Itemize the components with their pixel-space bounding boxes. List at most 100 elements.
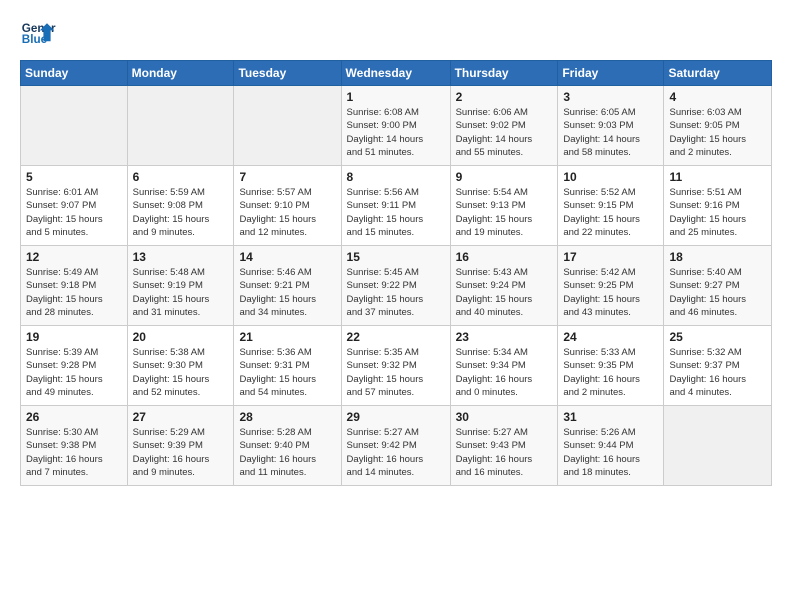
day-number: 30 — [456, 410, 553, 424]
day-number: 17 — [563, 250, 658, 264]
calendar-cell: 2 Sunrise: 6:06 AM Sunset: 9:02 PM Daylig… — [450, 86, 558, 166]
day-number: 8 — [347, 170, 445, 184]
calendar-cell: 13 Sunrise: 5:48 AM Sunset: 9:19 PM Dayli… — [127, 246, 234, 326]
day-number: 31 — [563, 410, 658, 424]
weekday-header-sunday: Sunday — [21, 61, 128, 86]
day-number: 23 — [456, 330, 553, 344]
day-number: 28 — [239, 410, 335, 424]
calendar-cell: 31 Sunrise: 5:26 AM Sunset: 9:44 PM Dayli… — [558, 406, 664, 486]
day-number: 15 — [347, 250, 445, 264]
calendar-cell: 23 Sunrise: 5:34 AM Sunset: 9:34 PM Dayli… — [450, 326, 558, 406]
calendar-cell: 12 Sunrise: 5:49 AM Sunset: 9:18 PM Dayli… — [21, 246, 128, 326]
day-info: Sunrise: 5:48 AM Sunset: 9:19 PM Dayligh… — [133, 266, 229, 319]
day-info: Sunrise: 5:56 AM Sunset: 9:11 PM Dayligh… — [347, 186, 445, 239]
weekday-header-wednesday: Wednesday — [341, 61, 450, 86]
calendar-cell: 17 Sunrise: 5:42 AM Sunset: 9:25 PM Dayli… — [558, 246, 664, 326]
day-info: Sunrise: 5:30 AM Sunset: 9:38 PM Dayligh… — [26, 426, 122, 479]
day-number: 16 — [456, 250, 553, 264]
day-info: Sunrise: 5:54 AM Sunset: 9:13 PM Dayligh… — [456, 186, 553, 239]
day-number: 22 — [347, 330, 445, 344]
day-info: Sunrise: 5:40 AM Sunset: 9:27 PM Dayligh… — [669, 266, 766, 319]
weekday-header-monday: Monday — [127, 61, 234, 86]
day-info: Sunrise: 5:51 AM Sunset: 9:16 PM Dayligh… — [669, 186, 766, 239]
day-info: Sunrise: 5:42 AM Sunset: 9:25 PM Dayligh… — [563, 266, 658, 319]
calendar-cell: 1 Sunrise: 6:08 AM Sunset: 9:00 PM Daylig… — [341, 86, 450, 166]
day-info: Sunrise: 5:27 AM Sunset: 9:43 PM Dayligh… — [456, 426, 553, 479]
calendar-cell: 24 Sunrise: 5:33 AM Sunset: 9:35 PM Dayli… — [558, 326, 664, 406]
day-info: Sunrise: 5:59 AM Sunset: 9:08 PM Dayligh… — [133, 186, 229, 239]
day-number: 26 — [26, 410, 122, 424]
calendar-cell: 30 Sunrise: 5:27 AM Sunset: 9:43 PM Dayli… — [450, 406, 558, 486]
week-row-3: 12 Sunrise: 5:49 AM Sunset: 9:18 PM Dayli… — [21, 246, 772, 326]
calendar-cell: 21 Sunrise: 5:36 AM Sunset: 9:31 PM Dayli… — [234, 326, 341, 406]
day-number: 1 — [347, 90, 445, 104]
calendar-cell: 9 Sunrise: 5:54 AM Sunset: 9:13 PM Daylig… — [450, 166, 558, 246]
day-number: 20 — [133, 330, 229, 344]
page: General Blue SundayMondayTuesdayWednesda… — [0, 0, 792, 612]
calendar-cell: 7 Sunrise: 5:57 AM Sunset: 9:10 PM Daylig… — [234, 166, 341, 246]
day-info: Sunrise: 5:26 AM Sunset: 9:44 PM Dayligh… — [563, 426, 658, 479]
day-number: 3 — [563, 90, 658, 104]
calendar-cell: 10 Sunrise: 5:52 AM Sunset: 9:15 PM Dayli… — [558, 166, 664, 246]
calendar-cell: 25 Sunrise: 5:32 AM Sunset: 9:37 PM Dayli… — [664, 326, 772, 406]
weekday-header-saturday: Saturday — [664, 61, 772, 86]
calendar-cell: 4Sunrise: 6:03 AM Sunset: 9:05 PM Daylig… — [664, 86, 772, 166]
calendar-cell: 3 Sunrise: 6:05 AM Sunset: 9:03 PM Daylig… — [558, 86, 664, 166]
day-info: Sunrise: 5:36 AM Sunset: 9:31 PM Dayligh… — [239, 346, 335, 399]
calendar-cell: 28 Sunrise: 5:28 AM Sunset: 9:40 PM Dayli… — [234, 406, 341, 486]
calendar-cell: 18Sunrise: 5:40 AM Sunset: 9:27 PM Dayli… — [664, 246, 772, 326]
day-number: 5 — [26, 170, 122, 184]
calendar-cell: 20 Sunrise: 5:38 AM Sunset: 9:30 PM Dayli… — [127, 326, 234, 406]
weekday-header-thursday: Thursday — [450, 61, 558, 86]
calendar-cell: 6 Sunrise: 5:59 AM Sunset: 9:08 PM Daylig… — [127, 166, 234, 246]
weekday-header-tuesday: Tuesday — [234, 61, 341, 86]
calendar-table: SundayMondayTuesdayWednesdayThursdayFrid… — [20, 60, 772, 486]
calendar-cell: 16Sunrise: 5:43 AM Sunset: 9:24 PM Dayli… — [450, 246, 558, 326]
day-info: Sunrise: 6:06 AM Sunset: 9:02 PM Dayligh… — [456, 106, 553, 159]
day-number: 2 — [456, 90, 553, 104]
day-info: Sunrise: 5:28 AM Sunset: 9:40 PM Dayligh… — [239, 426, 335, 479]
week-row-5: 26 Sunrise: 5:30 AM Sunset: 9:38 PM Dayli… — [21, 406, 772, 486]
day-info: Sunrise: 5:52 AM Sunset: 9:15 PM Dayligh… — [563, 186, 658, 239]
day-info: Sunrise: 5:46 AM Sunset: 9:21 PM Dayligh… — [239, 266, 335, 319]
week-row-1: 1 Sunrise: 6:08 AM Sunset: 9:00 PM Daylig… — [21, 86, 772, 166]
day-number: 12 — [26, 250, 122, 264]
day-info: Sunrise: 5:27 AM Sunset: 9:42 PM Dayligh… — [347, 426, 445, 479]
day-info: Sunrise: 5:45 AM Sunset: 9:22 PM Dayligh… — [347, 266, 445, 319]
day-info: Sunrise: 5:38 AM Sunset: 9:30 PM Dayligh… — [133, 346, 229, 399]
day-info: Sunrise: 6:08 AM Sunset: 9:00 PM Dayligh… — [347, 106, 445, 159]
calendar-cell: 15 Sunrise: 5:45 AM Sunset: 9:22 PM Dayli… — [341, 246, 450, 326]
weekday-header-row: SundayMondayTuesdayWednesdayThursdayFrid… — [21, 61, 772, 86]
week-row-4: 19Sunrise: 5:39 AM Sunset: 9:28 PM Dayli… — [21, 326, 772, 406]
day-number: 13 — [133, 250, 229, 264]
day-info: Sunrise: 5:34 AM Sunset: 9:34 PM Dayligh… — [456, 346, 553, 399]
calendar-cell — [664, 406, 772, 486]
day-number: 7 — [239, 170, 335, 184]
logo: General Blue — [20, 16, 56, 52]
day-number: 25 — [669, 330, 766, 344]
calendar-cell — [21, 86, 128, 166]
day-info: Sunrise: 6:01 AM Sunset: 9:07 PM Dayligh… — [26, 186, 122, 239]
calendar-cell: 5 Sunrise: 6:01 AM Sunset: 9:07 PM Daylig… — [21, 166, 128, 246]
day-info: Sunrise: 5:35 AM Sunset: 9:32 PM Dayligh… — [347, 346, 445, 399]
calendar-cell: 8 Sunrise: 5:56 AM Sunset: 9:11 PM Daylig… — [341, 166, 450, 246]
day-info: Sunrise: 6:05 AM Sunset: 9:03 PM Dayligh… — [563, 106, 658, 159]
day-info: Sunrise: 5:49 AM Sunset: 9:18 PM Dayligh… — [26, 266, 122, 319]
day-number: 29 — [347, 410, 445, 424]
day-number: 21 — [239, 330, 335, 344]
week-row-2: 5 Sunrise: 6:01 AM Sunset: 9:07 PM Daylig… — [21, 166, 772, 246]
calendar-cell — [127, 86, 234, 166]
day-info: Sunrise: 6:03 AM Sunset: 9:05 PM Dayligh… — [669, 106, 766, 159]
day-info: Sunrise: 5:57 AM Sunset: 9:10 PM Dayligh… — [239, 186, 335, 239]
day-info: Sunrise: 5:33 AM Sunset: 9:35 PM Dayligh… — [563, 346, 658, 399]
day-number: 10 — [563, 170, 658, 184]
day-number: 27 — [133, 410, 229, 424]
calendar-cell: 11Sunrise: 5:51 AM Sunset: 9:16 PM Dayli… — [664, 166, 772, 246]
day-info: Sunrise: 5:32 AM Sunset: 9:37 PM Dayligh… — [669, 346, 766, 399]
day-number: 6 — [133, 170, 229, 184]
logo-icon: General Blue — [20, 16, 56, 52]
header: General Blue — [20, 16, 772, 52]
day-number: 24 — [563, 330, 658, 344]
day-info: Sunrise: 5:29 AM Sunset: 9:39 PM Dayligh… — [133, 426, 229, 479]
day-number: 9 — [456, 170, 553, 184]
